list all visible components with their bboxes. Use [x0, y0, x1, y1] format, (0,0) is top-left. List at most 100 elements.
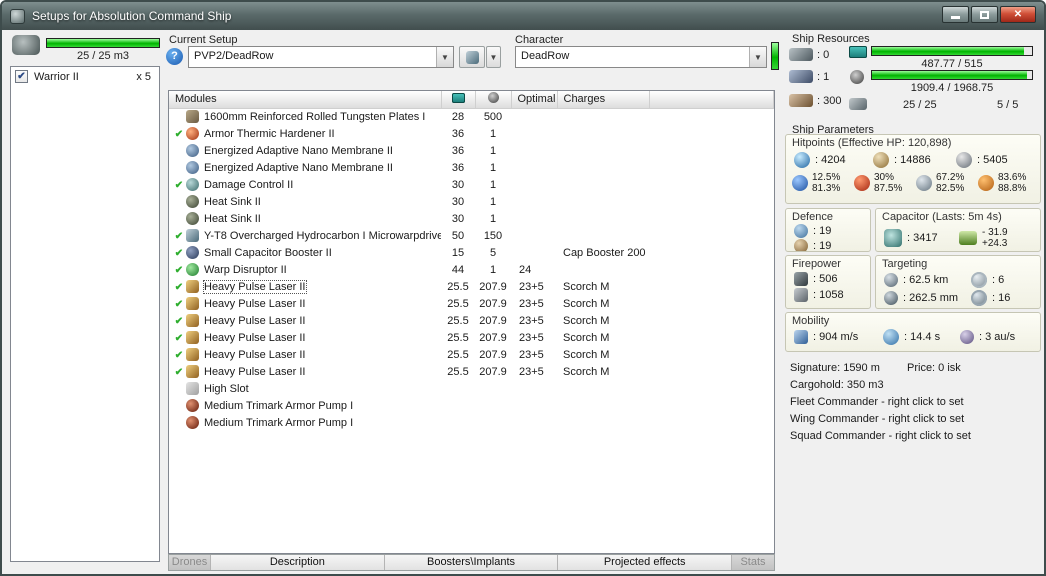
- module-row[interactable]: ✔ Heavy Pulse Laser II 25.5 207.9 23+5 Scorch…: [169, 346, 774, 363]
- ship-resources-panel: : 0 : 1 : 300 487.77 / 515 1909.4 / 1968…: [785, 42, 1041, 120]
- setup-combobox[interactable]: PVP2/DeadRow ▼: [188, 46, 454, 68]
- help-icon[interactable]: ?: [166, 48, 183, 65]
- fitting-tools-dropdown-button[interactable]: ▼: [486, 46, 501, 68]
- module-filler: [649, 414, 774, 431]
- warp-disruptor-icon: [186, 263, 199, 276]
- titlebar[interactable]: Setups for Absolution Command Ship ✕: [2, 2, 1044, 30]
- fleet-commander-setter[interactable]: Fleet Commander - right click to set: [790, 394, 1042, 410]
- module-row[interactable]: Medium Trimark Armor Pump I: [169, 397, 774, 414]
- pulse-laser-icon: [186, 314, 199, 327]
- cap-booster-icon: [186, 246, 199, 259]
- module-optimal: [511, 142, 557, 159]
- module-row[interactable]: ✔ Damage Control II 30 1: [169, 176, 774, 193]
- hull-hp-value: : 5405: [977, 154, 1008, 166]
- wing-commander-setter[interactable]: Wing Commander - right click to set: [790, 411, 1042, 427]
- close-button[interactable]: ✕: [1000, 6, 1036, 23]
- optimal-column-header[interactable]: Optimal: [511, 91, 558, 109]
- module-filler: [649, 329, 774, 346]
- module-row[interactable]: ✔ Heavy Pulse Laser II 25.5 207.9 23+5 Scorch…: [169, 278, 774, 295]
- module-row[interactable]: Energized Adaptive Nano Membrane II 36 1: [169, 142, 774, 159]
- module-charges[interactable]: [557, 380, 649, 397]
- module-charges[interactable]: [557, 142, 649, 159]
- module-name: Armor Thermic Hardener II: [204, 128, 335, 140]
- module-powergrid: 207.9: [479, 297, 507, 310]
- drone-list[interactable]: ✔ Warrior II x 5: [10, 66, 160, 562]
- sensor-strength-value: : 16: [992, 292, 1011, 304]
- maximize-button[interactable]: [971, 6, 998, 23]
- character-skill-bar: [771, 42, 779, 70]
- powergrid-resource-icon: [850, 70, 864, 84]
- armor-resist-value: 82.5%: [936, 183, 965, 194]
- module-row[interactable]: ✔ Armor Thermic Hardener II 36 1: [169, 125, 774, 142]
- targeting-box: Targeting : 62.5 km : 6 : 262.5 mm : 16: [875, 255, 1041, 309]
- module-row[interactable]: ✔ Small Capacitor Booster II 15 5 Cap Booste…: [169, 244, 774, 261]
- module-row[interactable]: ✔ Heavy Pulse Laser II 25.5 207.9 23+5 Scorch…: [169, 295, 774, 312]
- module-charges[interactable]: Scorch M: [557, 329, 649, 346]
- drone-checkbox[interactable]: ✔: [15, 70, 28, 83]
- hitpoints-title: Hitpoints (Effective HP: 120,898): [792, 137, 952, 149]
- tab-stats[interactable]: Stats: [732, 555, 775, 570]
- module-charges[interactable]: [557, 414, 649, 431]
- sensor-strength-icon: [971, 290, 987, 306]
- module-charges[interactable]: Scorch M: [557, 312, 649, 329]
- module-name: Heavy Pulse Laser II: [203, 280, 307, 294]
- module-powergrid: 207.9: [479, 280, 507, 293]
- module-row[interactable]: Medium Trimark Armor Pump I: [169, 414, 774, 431]
- character-combobox[interactable]: DeadRow ▼: [515, 46, 767, 68]
- module-row[interactable]: ✔ Y-T8 Overcharged Hydrocarbon I Microwar…: [169, 227, 774, 244]
- cpu-column-header[interactable]: [441, 91, 476, 109]
- tab-projected-effects[interactable]: Projected effects: [558, 555, 733, 570]
- powergrid-bar-fill: [872, 71, 1028, 79]
- mobility-title: Mobility: [792, 315, 830, 327]
- module-row[interactable]: ✔ Heavy Pulse Laser II 25.5 207.9 23+5 Scorch…: [169, 329, 774, 346]
- module-filler: [649, 227, 774, 244]
- tab-boosters-implants[interactable]: Boosters\Implants: [384, 555, 559, 570]
- minimize-button[interactable]: [942, 6, 969, 23]
- app-icon: [10, 8, 25, 24]
- module-powergrid: 1: [489, 195, 497, 208]
- module-row[interactable]: Heat Sink II 30 1: [169, 193, 774, 210]
- capacitor-amount: : 3417: [907, 232, 938, 244]
- drone-list-item[interactable]: ✔ Warrior II x 5: [11, 67, 159, 85]
- module-charges[interactable]: Cap Booster 200: [557, 244, 649, 261]
- module-charges[interactable]: Scorch M: [557, 363, 649, 380]
- module-powergrid: [475, 380, 511, 397]
- module-row[interactable]: ✔ Heavy Pulse Laser II 25.5 207.9 23+5 Scorch…: [169, 312, 774, 329]
- modules-column-header[interactable]: Modules: [169, 91, 442, 109]
- module-row[interactable]: ✔ Heavy Pulse Laser II 25.5 207.9 23+5 Scorch…: [169, 363, 774, 380]
- charges-column-header[interactable]: Charges: [557, 91, 650, 109]
- module-charges[interactable]: Scorch M: [557, 278, 649, 295]
- powergrid-column-header[interactable]: [475, 91, 512, 109]
- module-powergrid: 207.9: [479, 314, 507, 327]
- fitting-tools-button[interactable]: [459, 46, 485, 68]
- module-charges[interactable]: [557, 125, 649, 142]
- armor-resist-value: 81.3%: [812, 183, 841, 194]
- firepower-box: Firepower : 506 : 1058: [785, 255, 871, 309]
- module-row[interactable]: Heat Sink II 30 1: [169, 210, 774, 227]
- module-row[interactable]: 1600mm Reinforced Rolled Tungsten Plates…: [169, 108, 774, 125]
- module-charges[interactable]: [557, 193, 649, 210]
- pulse-laser-icon: [186, 297, 199, 310]
- module-charges[interactable]: [557, 108, 649, 125]
- module-row[interactable]: ✔ Warp Disruptor II 44 1 24: [169, 261, 774, 278]
- module-charges[interactable]: Scorch M: [557, 295, 649, 312]
- module-cpu: [441, 414, 475, 431]
- module-charges[interactable]: [557, 397, 649, 414]
- mobility-box: Mobility : 904 m/s : 14.4 s : 3 au/s: [785, 312, 1041, 352]
- module-charges[interactable]: [557, 210, 649, 227]
- module-charges[interactable]: [557, 261, 649, 278]
- module-row[interactable]: Energized Adaptive Nano Membrane II 36 1: [169, 159, 774, 176]
- tab-description[interactable]: Description: [211, 555, 385, 570]
- tab-drones[interactable]: Drones: [169, 555, 211, 570]
- module-charges[interactable]: [557, 176, 649, 193]
- character-combo-arrow-icon[interactable]: ▼: [749, 47, 766, 67]
- squad-commander-setter[interactable]: Squad Commander - right click to set: [790, 428, 1042, 444]
- module-filler: [649, 363, 774, 380]
- resist-explosive-icon: [978, 175, 994, 191]
- module-charges[interactable]: [557, 227, 649, 244]
- module-row[interactable]: High Slot: [169, 380, 774, 397]
- module-charges[interactable]: [557, 159, 649, 176]
- module-cpu: 25.5: [447, 365, 469, 378]
- module-charges[interactable]: Scorch M: [557, 346, 649, 363]
- setup-combo-arrow-icon[interactable]: ▼: [436, 47, 453, 67]
